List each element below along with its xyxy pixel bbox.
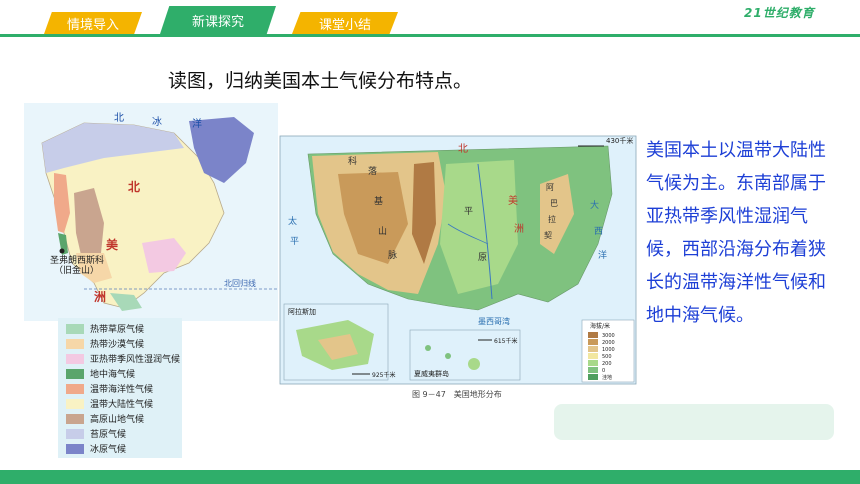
legend-item: 温带海洋性气候 <box>66 382 184 395</box>
altitude-level: 0 <box>602 368 605 374</box>
legend-label: 高原山地气候 <box>90 415 145 425</box>
legend-label: 冰原气候 <box>90 445 127 455</box>
scale-main: 430千米 <box>606 136 633 145</box>
legend-item: 地中海气候 <box>66 367 184 380</box>
terrain-label: 基 <box>374 195 383 207</box>
tab-summary-label: 课堂小结 <box>318 17 371 33</box>
terrain-label: 巴 <box>550 199 558 208</box>
terrain-label: 洋 <box>598 249 607 261</box>
legend-swatch <box>66 413 84 424</box>
terrain-map-svg: 430千米 科 落 基 山 脉 平 原 阿 巴 拉 契 北 美 洲 太 平 大 … <box>279 135 637 385</box>
altitude-level: 3000 <box>602 333 615 339</box>
terrain-label: 阿 <box>546 183 554 192</box>
tab-explore[interactable]: 新课探究 <box>160 6 276 34</box>
terrain-label: 北 <box>458 143 468 155</box>
altitude-level: 200 <box>602 361 612 367</box>
legend-swatch <box>66 383 84 394</box>
legend-item: 冰原气候 <box>66 442 184 455</box>
climate-map: 北 冰 洋 北 美 洲 圣弗朗西斯科 （旧金山） 北回归线 <box>24 103 278 321</box>
terrain-label: 契 <box>544 230 552 240</box>
terrain-label: 拉 <box>548 214 556 224</box>
page-title: 读图，归纳美国本土气候分布特点。 <box>168 70 473 92</box>
terrain-label: 洲 <box>514 223 524 235</box>
terrain-label: 墨西哥湾 <box>478 316 510 326</box>
terrain-label: 科 <box>348 155 357 167</box>
terrain-label: 大 <box>590 199 599 211</box>
terrain-label: 原 <box>478 252 487 263</box>
terrain-label: 平 <box>464 206 473 217</box>
brand-logo: 21世纪教育 <box>744 6 815 20</box>
legend-label: 亚热带季风性湿润气候 <box>90 355 181 365</box>
tab-intro-label: 情境导入 <box>66 17 119 33</box>
map-caption: 图 9－47 美国地形分布 <box>412 390 502 399</box>
legend-swatch <box>66 428 84 439</box>
inset-hawaii-label: 夏威夷群岛 <box>414 369 449 378</box>
terrain-label: 西 <box>594 226 603 237</box>
climate-map-svg: 北 冰 洋 北 美 洲 圣弗朗西斯科 （旧金山） 北回归线 <box>24 103 278 321</box>
answer-text: 美国本土以温带大陆性气候为主。东南部属于亚热带季风性湿润气候，西部沿海分布着狭长… <box>646 140 826 326</box>
legend-label: 热带沙漠气候 <box>90 340 145 350</box>
legend-swatch <box>66 443 84 454</box>
legend-swatch <box>66 398 84 409</box>
altitude-level: 500 <box>602 354 612 360</box>
inset-alaska-label: 阿拉斯加 <box>288 307 316 316</box>
legend-label: 温带海洋性气候 <box>90 385 154 395</box>
legend-label: 苔原气候 <box>90 430 127 440</box>
legend-swatch <box>66 353 84 364</box>
legend-swatch <box>66 323 84 334</box>
legend-item: 苔原气候 <box>66 427 184 440</box>
altitude-level: 洼地 <box>602 374 612 381</box>
legend-item: 亚热带季风性湿润气候 <box>66 352 184 365</box>
map-label-city-alt: （旧金山） <box>54 264 99 276</box>
terrain-label: 美 <box>508 194 518 207</box>
terrain-map: 430千米 科 落 基 山 脉 平 原 阿 巴 拉 契 北 美 洲 太 平 大 … <box>278 134 638 402</box>
legend-label: 温带大陆性气候 <box>90 400 154 410</box>
tab-intro[interactable]: 情境导入 <box>44 12 142 34</box>
legend-item: 热带沙漠气候 <box>66 337 184 350</box>
map-label-city: 圣弗朗西斯科 <box>50 254 104 266</box>
map-label-ocean-3: 洋 <box>192 117 202 130</box>
legend-item: 高原山地气候 <box>66 412 184 425</box>
map-label-tropic: 北回归线 <box>224 278 256 288</box>
top-bar: 情境导入 新课探究 课堂小结 21世纪教育 <box>0 0 860 38</box>
legend-item: 热带草原气候 <box>66 322 184 335</box>
terrain-label: 落 <box>368 165 377 177</box>
terrain-label: 脉 <box>388 249 397 261</box>
legend-swatch <box>66 338 84 349</box>
bottom-bar <box>0 470 860 484</box>
legend-swatch <box>66 368 84 379</box>
map-label-continent-3: 洲 <box>94 290 106 304</box>
map-label-ocean-1: 北 <box>114 112 124 124</box>
altitude-level: 2000 <box>602 340 615 346</box>
top-divider <box>0 34 860 37</box>
tab-summary[interactable]: 课堂小结 <box>292 12 398 34</box>
scale-alaska: 925千米 <box>372 371 395 379</box>
scale-hawaii: 615千米 <box>494 337 517 345</box>
terrain-label: 太 <box>288 215 297 227</box>
map-label-continent-1: 北 <box>128 179 140 194</box>
map-label-continent-2: 美 <box>106 237 119 252</box>
tab-explore-label: 新课探究 <box>191 14 244 30</box>
legend-label: 热带草原气候 <box>90 325 145 335</box>
climate-legend: 热带草原气候 热带沙漠气候 亚热带季风性湿润气候 地中海气候 温带海洋性气候 温… <box>58 318 182 458</box>
legend-item: 温带大陆性气候 <box>66 397 184 410</box>
altitude-level: 1000 <box>602 347 615 353</box>
altitude-legend-title: 海拔/米 <box>590 322 610 330</box>
terrain-label: 平 <box>290 236 299 247</box>
terrain-label: 山 <box>378 226 387 237</box>
map-label-ocean-2: 冰 <box>152 115 162 128</box>
legend-label: 地中海气候 <box>90 370 136 380</box>
watermark-logo <box>554 404 834 440</box>
